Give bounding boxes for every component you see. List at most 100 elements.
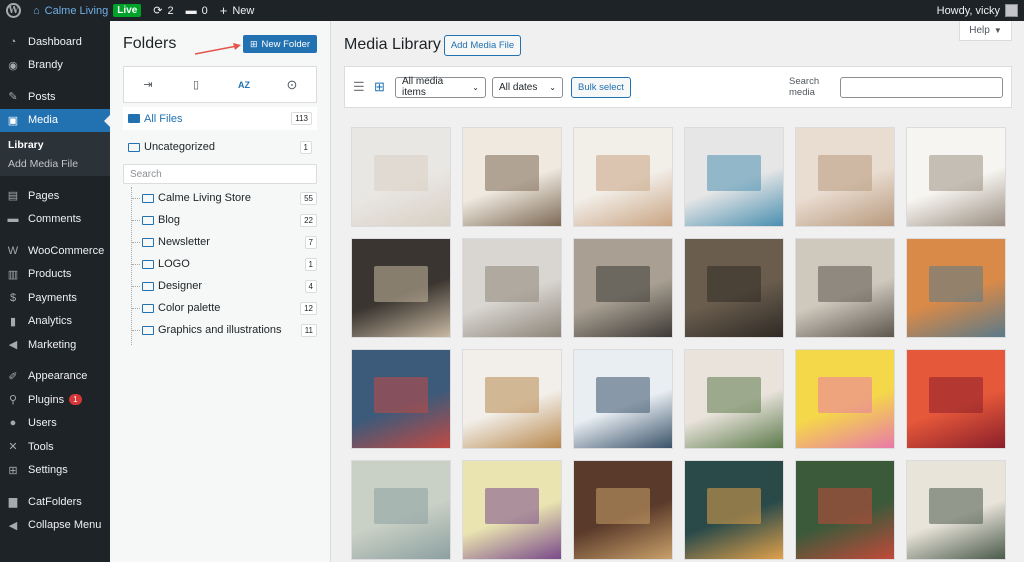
- sidebar-item-appearance[interactable]: ✐ Appearance: [0, 365, 110, 389]
- media-toolbar: ☰ ⊞ All media items ⌄ All dates ⌄ Bulk s…: [344, 66, 1012, 108]
- delete-folder-icon[interactable]: ▯: [186, 78, 206, 91]
- products-icon: ▥: [7, 268, 19, 281]
- media-thumbnail[interactable]: [351, 127, 451, 227]
- media-thumbnail[interactable]: [795, 238, 895, 338]
- all-files-item[interactable]: All Files 113: [123, 107, 317, 130]
- folders-title: Folders: [123, 35, 177, 52]
- media-submenu: Library Add Media File: [0, 132, 110, 176]
- media-thumbnail[interactable]: [684, 460, 784, 560]
- submenu-item-library[interactable]: Library: [0, 135, 110, 154]
- sidebar-item-media[interactable]: ▣ Media: [0, 108, 110, 132]
- grid-view-icon[interactable]: ⊞: [374, 80, 387, 93]
- pin-icon: ✎: [8, 91, 18, 104]
- sort-az-icon[interactable]: AZ: [234, 80, 254, 90]
- wordpress-logo-button[interactable]: W: [0, 0, 27, 21]
- sidebar-item-marketing[interactable]: ◀ Marketing: [0, 333, 110, 357]
- folder-tree: Calme Living Store 55 Blog 22 Newsletter 7 LOG…: [130, 187, 317, 341]
- media-thumbnail[interactable]: [573, 127, 673, 227]
- sidebar-item-users[interactable]: ● Users: [0, 412, 110, 436]
- sidebar-item-brandy[interactable]: ◉ Brandy: [0, 54, 110, 78]
- media-thumbnail[interactable]: [906, 238, 1006, 338]
- thumbnail-image: [706, 266, 762, 302]
- sidebar-item-comments[interactable]: ▬ Comments: [0, 208, 110, 232]
- sidebar-item-pages[interactable]: ▤ Pages: [0, 184, 110, 208]
- thumbnail-image: [595, 266, 651, 302]
- all-files-label: All Files: [144, 112, 183, 125]
- sidebar-item-woocommerce[interactable]: W WooCommerce: [0, 239, 110, 263]
- media-thumbnail[interactable]: [795, 349, 895, 449]
- bulk-select-button[interactable]: Bulk select: [571, 76, 631, 98]
- media-thumbnail[interactable]: [906, 127, 1006, 227]
- sidebar-item-label: WooCommerce: [28, 244, 105, 257]
- folder-item[interactable]: Color palette 12: [130, 297, 317, 319]
- media-thumbnail[interactable]: [351, 349, 451, 449]
- sidebar-item-tools[interactable]: ✕ Tools: [0, 435, 110, 459]
- media-thumbnail[interactable]: [462, 127, 562, 227]
- media-thumbnail[interactable]: [906, 349, 1006, 449]
- sidebar-item-posts[interactable]: ✎ Posts: [0, 85, 110, 109]
- media-thumbnail[interactable]: [462, 460, 562, 560]
- menu-separator: [0, 231, 110, 239]
- media-thumbnail[interactable]: [684, 238, 784, 338]
- sidebar-item-settings[interactable]: ⊞ Settings: [0, 459, 110, 483]
- media-thumbnail[interactable]: [573, 460, 673, 560]
- folders-panel: Folders ⊞ New Folder ⇥ ▯ AZ ⊙ All Files …: [110, 21, 331, 562]
- sidebar-item-plugins[interactable]: ⚲ Plugins 1: [0, 388, 110, 412]
- folder-item[interactable]: Blog 22: [130, 209, 317, 231]
- new-content-link[interactable]: + New: [214, 0, 261, 21]
- folder-count: 1: [304, 257, 317, 271]
- media-thumbnail[interactable]: [684, 127, 784, 227]
- media-thumbnail[interactable]: [795, 127, 895, 227]
- new-folder-button[interactable]: ⊞ New Folder: [243, 35, 317, 53]
- appearance-icon: ✐: [8, 370, 18, 383]
- folder-search-placeholder: Search: [130, 168, 162, 180]
- submenu-item-add-media-file[interactable]: Add Media File: [0, 154, 110, 173]
- move-folder-icon[interactable]: ⇥: [138, 78, 158, 91]
- list-view-icon[interactable]: ☰: [353, 80, 366, 93]
- folder-item[interactable]: Graphics and illustrations 11: [130, 319, 317, 341]
- media-thumbnail[interactable]: [906, 460, 1006, 560]
- sidebar-item-analytics[interactable]: ▮ Analytics: [0, 310, 110, 334]
- thumbnail-image: [595, 155, 651, 191]
- thumbnail-image: [484, 155, 540, 191]
- folder-item[interactable]: Designer 4: [130, 275, 317, 297]
- sidebar-item-payments[interactable]: $ Payments: [0, 286, 110, 310]
- folder-icon: [142, 215, 154, 225]
- media-thumbnail[interactable]: [462, 238, 562, 338]
- media-type-value: All media items: [402, 76, 444, 98]
- comments-link[interactable]: ▬ 0: [180, 0, 214, 21]
- sidebar-item-dashboard[interactable]: ◔ Dashboard: [0, 30, 110, 54]
- folder-count: 11: [300, 323, 317, 337]
- sidebar-item-catfolders[interactable]: ▆ CatFolders: [0, 490, 110, 514]
- avatar: [1005, 4, 1018, 17]
- media-thumbnail[interactable]: [684, 349, 784, 449]
- more-options-icon[interactable]: ⊙: [282, 77, 302, 93]
- thumbnail-image: [706, 488, 762, 524]
- folder-item[interactable]: Newsletter 7: [130, 231, 317, 253]
- thumbnail-image: [484, 488, 540, 524]
- sidebar-item-products[interactable]: ▥ Products: [0, 263, 110, 287]
- site-name-link[interactable]: ⌂ Calme Living Live: [27, 0, 147, 21]
- folder-search-input[interactable]: Search: [123, 164, 317, 184]
- folder-count: 55: [300, 191, 317, 205]
- uncategorized-item[interactable]: Uncategorized 1: [123, 136, 317, 158]
- media-thumbnail[interactable]: [351, 238, 451, 338]
- search-media-input[interactable]: [840, 76, 1003, 98]
- folder-item[interactable]: LOGO 1: [130, 253, 317, 275]
- media-thumbnail[interactable]: [573, 349, 673, 449]
- folder-item[interactable]: Calme Living Store 55: [130, 187, 317, 209]
- help-tab-button[interactable]: Help ▼: [959, 21, 1012, 41]
- sidebar-item-collapse-menu[interactable]: ◀ Collapse Menu: [0, 514, 110, 538]
- add-media-file-button[interactable]: Add Media File: [444, 35, 521, 56]
- media-thumbnail[interactable]: [573, 238, 673, 338]
- media-thumbnail[interactable]: [351, 460, 451, 560]
- updates-link[interactable]: ⟳ 2: [147, 0, 179, 21]
- sidebar-item-label: Products: [28, 268, 72, 281]
- my-account-link[interactable]: Howdy, vicky: [937, 4, 1024, 17]
- media-type-filter[interactable]: All media items ⌄: [395, 76, 486, 98]
- menu-separator: [0, 77, 110, 85]
- date-filter[interactable]: All dates ⌄: [492, 76, 563, 98]
- media-thumbnail[interactable]: [462, 349, 562, 449]
- media-thumbnail[interactable]: [795, 460, 895, 560]
- plus-icon: +: [219, 3, 228, 18]
